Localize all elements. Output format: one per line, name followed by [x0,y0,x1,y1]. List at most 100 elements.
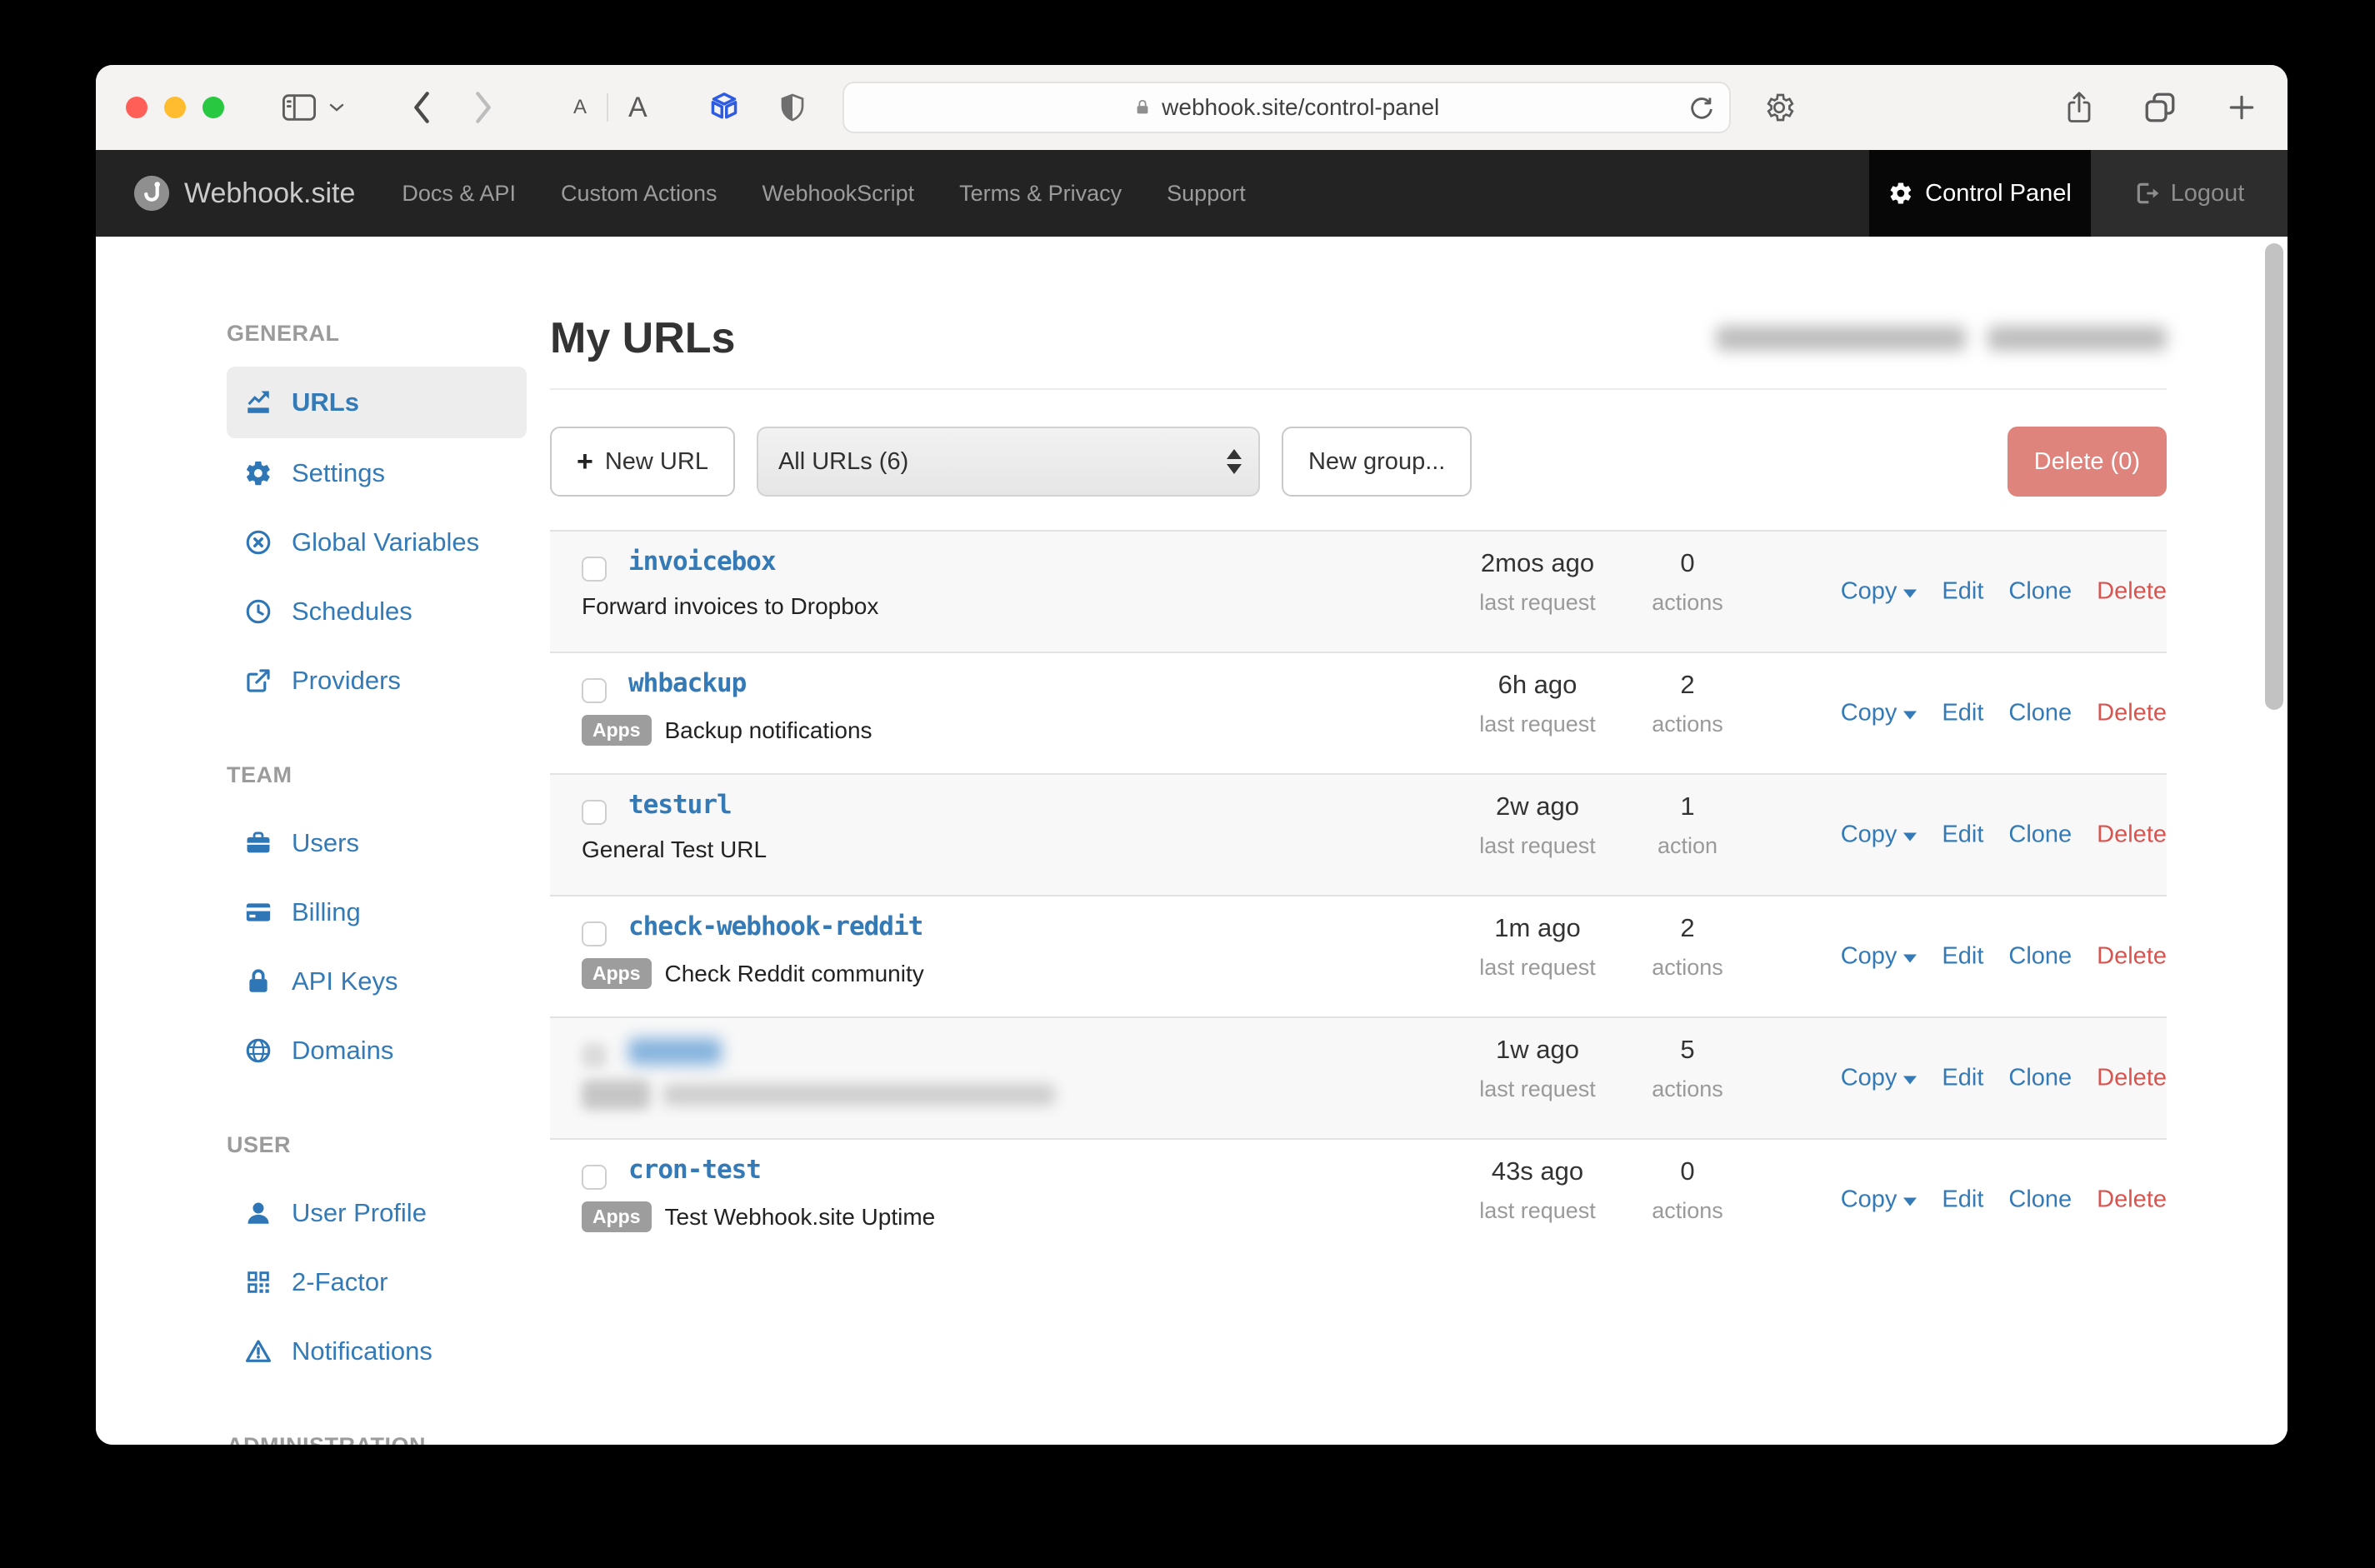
delete-selected-button[interactable]: Delete (0) [2008,427,2167,497]
reload-icon[interactable] [1688,95,1716,127]
sidebar-item-domains[interactable]: Domains [227,1016,527,1085]
redacted-url-name[interactable] [628,1038,722,1065]
back-button[interactable] [411,91,432,124]
copy-link[interactable]: Copy [1841,578,1918,606]
nav-control-panel[interactable]: Control Panel [1869,150,2091,237]
nav-control-panel-label: Control Panel [1925,180,2072,207]
url-filter-select[interactable]: All URLs (6) [757,427,1260,497]
new-url-button[interactable]: + New URL [550,427,735,497]
row-checkbox[interactable] [582,921,607,946]
actions-count-value: 2 [1625,913,1750,943]
sidebar-item-urls[interactable]: URLs [227,367,527,438]
last-request-cell: 2w agolast request [1450,791,1625,859]
tab-overview-icon[interactable] [2142,90,2178,125]
page-title: My URLs [550,313,735,363]
sidebar-item-api-keys[interactable]: API Keys [227,946,527,1016]
sidebar-toggle-icon[interactable] [282,93,316,122]
webhook-extension-icon[interactable] [706,89,742,126]
clone-link[interactable]: Clone [2008,1186,2072,1214]
clone-link[interactable]: Clone [2008,700,2072,727]
sidebar-item-user-profile[interactable]: User Profile [227,1178,527,1247]
last-request-label: last request [1450,1198,1625,1224]
select-stepper-icon [1227,449,1242,474]
redacted-checkbox [582,1043,607,1068]
actions-count-cell: 0actions [1625,1156,1750,1224]
delete-link[interactable]: Delete [2097,1065,2167,1092]
url-name-link[interactable]: check-webhook-reddit [628,911,922,941]
nav-logout[interactable]: Logout [2091,150,2288,237]
nav-link-docs-api[interactable]: Docs & API [402,181,516,207]
url-filter-value: All URLs (6) [778,448,908,476]
sidebar-item-label: URLs [292,387,359,417]
url-description-line: General Test URL [582,836,767,863]
table-row: whbackupAppsBackup notifications6h agola… [550,652,2167,773]
actions-count-value: 5 [1625,1035,1750,1065]
nav-link-webhookscript[interactable]: WebhookScript [762,181,915,207]
copy-link[interactable]: Copy [1841,1186,1918,1214]
brand[interactable]: Webhook.site [96,174,355,212]
edit-link[interactable]: Edit [1942,1186,1983,1214]
new-group-button[interactable]: New group... [1282,427,1472,497]
chevron-down-icon[interactable] [329,102,344,112]
delete-link[interactable]: Delete [2097,700,2167,727]
row-action-links: Copy Edit Clone Delete [1841,1065,2167,1092]
row-checkbox[interactable] [582,800,607,825]
nav-link-support[interactable]: Support [1167,181,1246,207]
clone-link[interactable]: Clone [2008,578,2072,606]
edit-link[interactable]: Edit [1942,578,1983,606]
sidebar-item-providers[interactable]: Providers [227,646,527,715]
sidebar-item-schedules[interactable]: Schedules [227,577,527,646]
row-checkbox[interactable] [582,557,607,582]
url-name-link[interactable]: cron-test [628,1155,761,1185]
url-name-link[interactable]: testurl [628,790,732,820]
copy-link[interactable]: Copy [1841,821,1918,849]
sidebar-item-settings[interactable]: Settings [227,438,527,507]
nav-link-custom-actions[interactable]: Custom Actions [561,181,718,207]
sidebar-item-notifications[interactable]: Notifications [227,1316,527,1386]
actions-count-label: actions [1625,590,1750,616]
edit-link[interactable]: Edit [1942,943,1983,971]
clone-link[interactable]: Clone [2008,821,2072,849]
sidebar-item-billing[interactable]: Billing [227,877,527,946]
minimize-window-button[interactable] [164,97,186,118]
scrollbar-thumb[interactable] [2265,243,2283,710]
sidebar-item-label: Billing [292,897,361,927]
delete-link[interactable]: Delete [2097,821,2167,849]
brand-name: Webhook.site [184,177,355,210]
row-action-links: Copy Edit Clone Delete [1841,700,2167,727]
title-divider [550,388,2167,390]
share-icon[interactable] [2064,89,2094,126]
sidebar-item-global-variables[interactable]: Global Variables [227,507,527,577]
url-name-link[interactable]: whbackup [628,668,746,698]
decrease-text-size-button[interactable]: A [573,96,587,119]
increase-text-size-button[interactable]: A [628,92,648,124]
delete-link[interactable]: Delete [2097,943,2167,971]
clone-link[interactable]: Clone [2008,943,2072,971]
row-checkbox[interactable] [582,678,607,703]
edit-link[interactable]: Edit [1942,700,1983,727]
sidebar-item-2-factor[interactable]: 2-Factor [227,1247,527,1316]
close-window-button[interactable] [126,97,148,118]
new-tab-icon[interactable] [2226,92,2258,123]
settings-extension-icon[interactable] [1762,91,1796,124]
delete-link[interactable]: Delete [2097,578,2167,606]
actions-count-cell: 0actions [1625,548,1750,616]
clone-link[interactable]: Clone [2008,1065,2072,1092]
row-checkbox[interactable] [582,1165,607,1190]
edit-link[interactable]: Edit [1942,821,1983,849]
copy-link[interactable]: Copy [1841,943,1918,971]
zoom-window-button[interactable] [202,97,224,118]
sidebar-item-users[interactable]: Users [227,808,527,877]
sidebar-section-title-team: TEAM [227,762,527,788]
address-bar[interactable]: webhook.site/control-panel [842,82,1731,133]
nav-link-terms-privacy[interactable]: Terms & Privacy [959,181,1122,207]
edit-link[interactable]: Edit [1942,1065,1983,1092]
url-name-link[interactable]: invoicebox [628,547,776,577]
forward-button[interactable] [472,91,494,124]
url-description-line: Forward invoices to Dropbox [582,593,878,620]
copy-link[interactable]: Copy [1841,1065,1918,1092]
shield-privacy-icon[interactable] [778,89,808,126]
copy-link[interactable]: Copy [1841,700,1918,727]
delete-link[interactable]: Delete [2097,1186,2167,1214]
table-row: testurl General Test URL 2w agolast reques… [550,773,2167,895]
